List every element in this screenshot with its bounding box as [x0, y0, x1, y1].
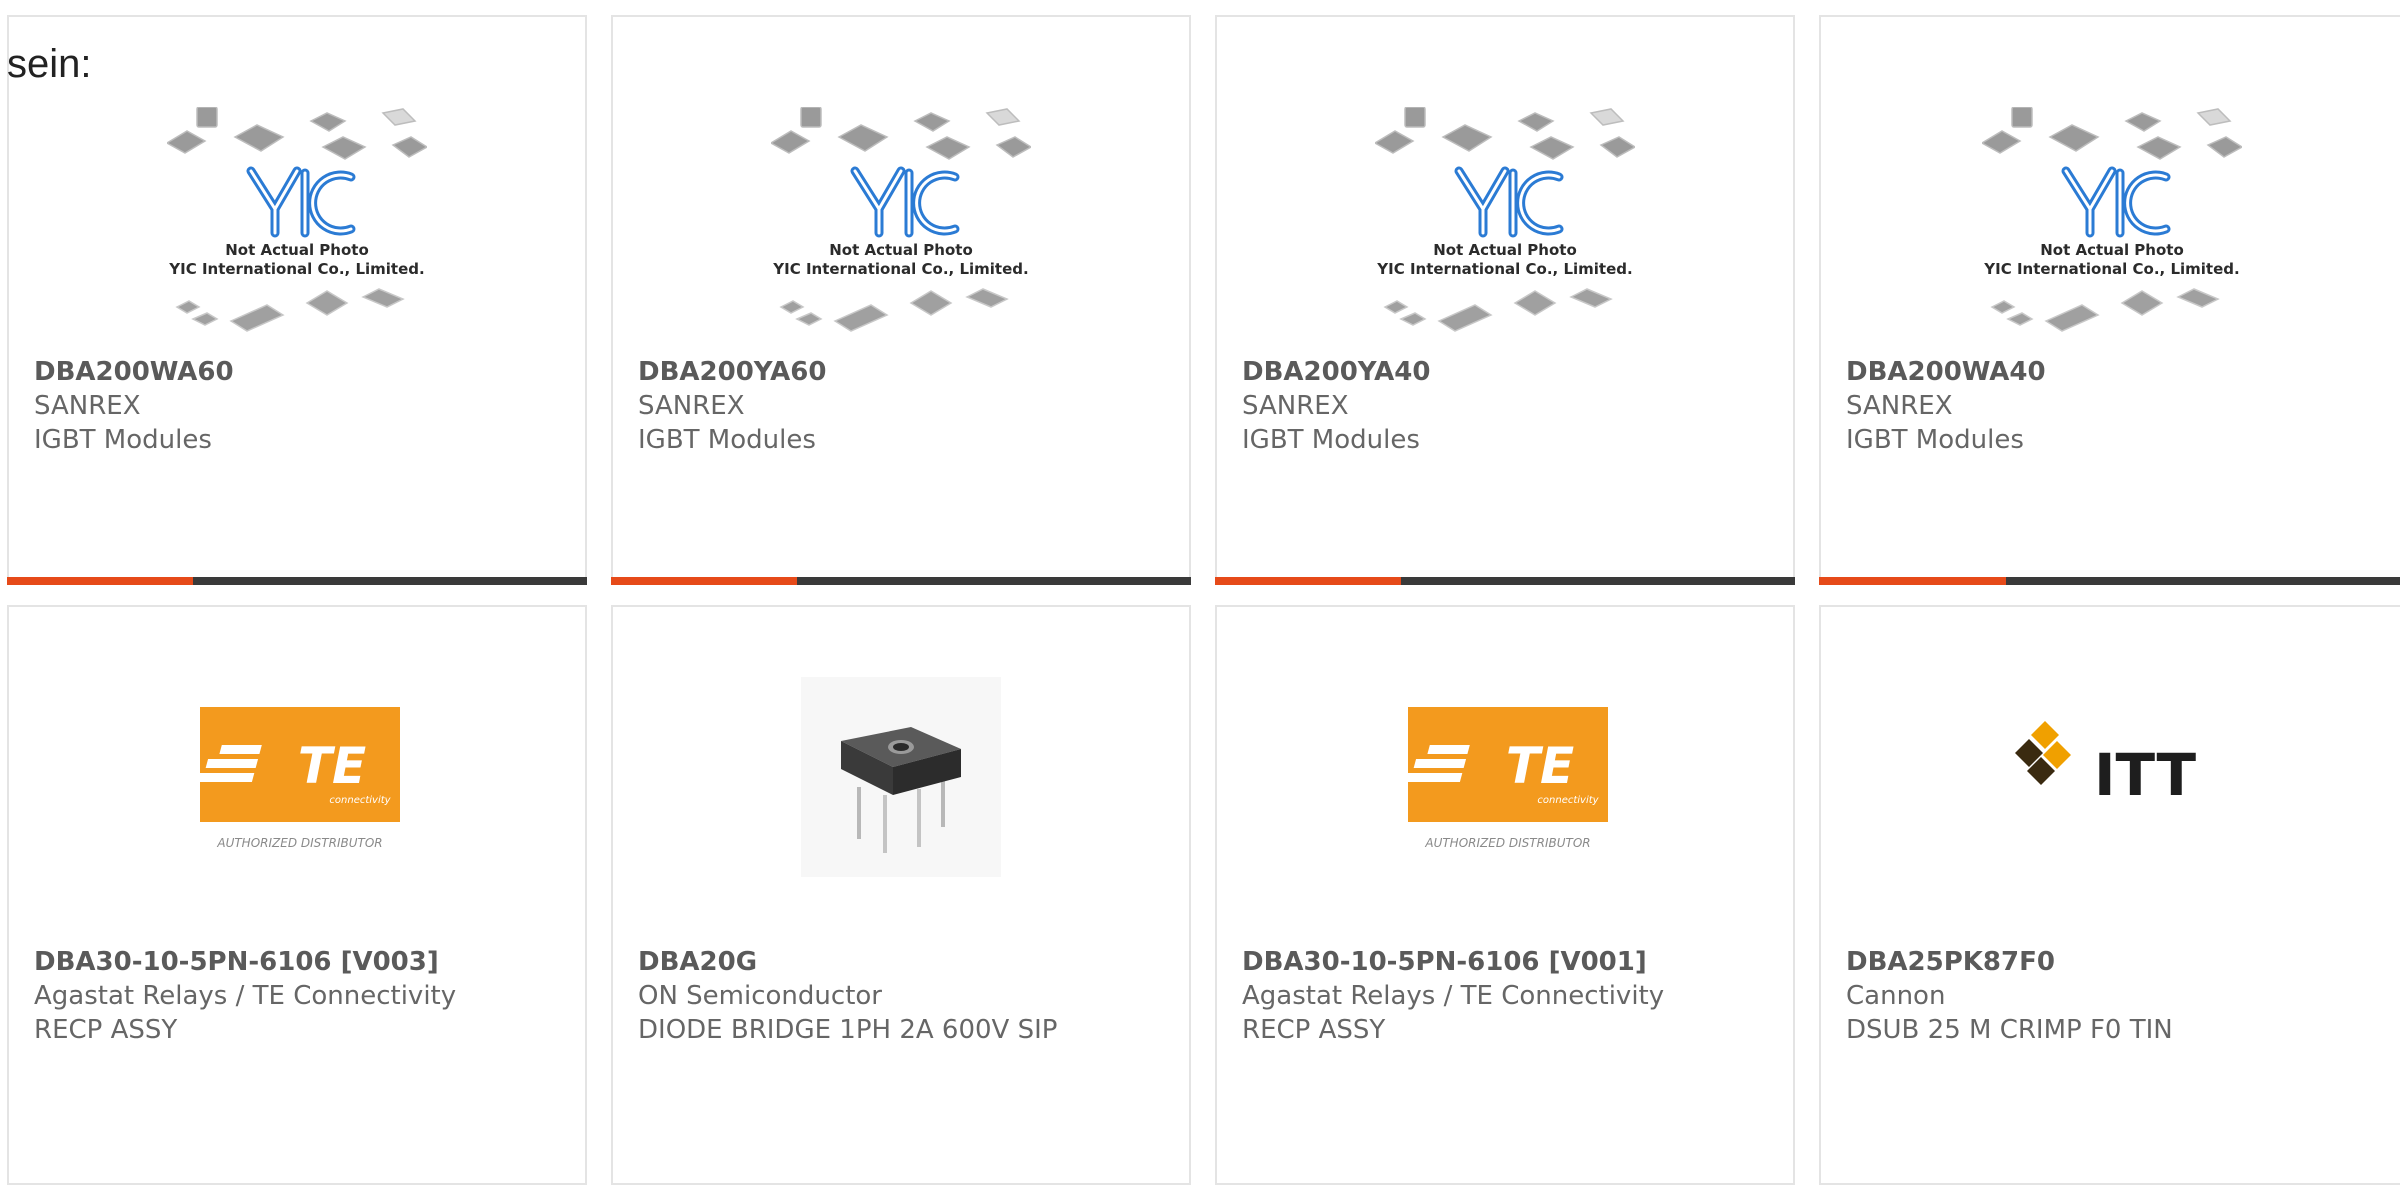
- manufacturer: Agastat Relays / TE Connectivity: [34, 981, 457, 1011]
- product-image: Not Actual Photo YIC International Co., …: [9, 107, 585, 355]
- product-card[interactable]: DBA20G ON Semiconductor DIODE BRIDGE 1PH…: [611, 605, 1191, 1185]
- description: RECP ASSY: [34, 1015, 178, 1045]
- product-card[interactable]: ITT DBA25PK87F0 Cannon DSUB 25 M CRIMP F…: [1819, 605, 2400, 1185]
- te-caption: AUTHORIZED DISTRIBUTOR: [1424, 836, 1590, 850]
- product-card[interactable]: TE connectivity AUTHORIZED DISTRIBUTOR D…: [7, 605, 587, 1185]
- te-brand: TE: [1506, 737, 1574, 795]
- product-card[interactable]: TE connectivity AUTHORIZED DISTRIBUTOR D…: [1215, 605, 1795, 1185]
- product-image: Not Actual Photo YIC International Co., …: [613, 107, 1189, 355]
- placeholder-line2: YIC International Co., Limited.: [772, 260, 1028, 278]
- te-subtitle: connectivity: [1537, 795, 1599, 806]
- part-number[interactable]: DBA25PK87F0: [1846, 945, 2392, 979]
- description: IGBT Modules: [1242, 425, 1420, 455]
- product-image: [613, 677, 1189, 877]
- placeholder-image: Not Actual Photo YIC International Co., …: [167, 107, 427, 332]
- manufacturer: Cannon: [1846, 981, 1946, 1011]
- description: RECP ASSY: [1242, 1015, 1386, 1045]
- description: IGBT Modules: [638, 425, 816, 455]
- placeholder-image: Not Actual Photo YIC International Co., …: [1375, 107, 1635, 332]
- product-image: TE connectivity AUTHORIZED DISTRIBUTOR: [9, 707, 585, 857]
- manufacturer: SANREX: [1846, 391, 1953, 421]
- part-number[interactable]: DBA20G: [638, 945, 1179, 979]
- product-card[interactable]: Not Actual Photo YIC International Co., …: [611, 15, 1191, 585]
- part-number[interactable]: DBA30-10-5PN-6106 [V003]: [34, 945, 575, 979]
- itt-logo: ITT: [2014, 721, 2196, 809]
- part-number[interactable]: DBA200YA40: [1242, 355, 1783, 389]
- placeholder-image: Not Actual Photo YIC International Co., …: [1981, 107, 2242, 332]
- part-number[interactable]: DBA30-10-5PN-6106 [V001]: [1242, 945, 1783, 979]
- manufacturer: SANREX: [638, 391, 745, 421]
- manufacturer: SANREX: [1242, 391, 1349, 421]
- product-image: ITT: [1821, 717, 2400, 827]
- product-image: Not Actual Photo YIC International Co., …: [1217, 107, 1793, 355]
- intro-text: sein:: [7, 42, 92, 86]
- placeholder-line1: Not Actual Photo: [829, 241, 973, 259]
- product-grid: Not Actual Photo YIC International Co., …: [0, 0, 2400, 1185]
- description: DIODE BRIDGE 1PH 2A 600V SIP: [638, 1015, 1058, 1045]
- description: DSUB 25 M CRIMP F0 TIN: [1846, 1015, 2173, 1045]
- te-subtitle: connectivity: [329, 795, 391, 806]
- description: IGBT Modules: [34, 425, 212, 455]
- diode-bridge-photo: [801, 677, 1001, 877]
- product-image: Not Actual Photo YIC International Co., …: [1821, 107, 2400, 355]
- manufacturer: Agastat Relays / TE Connectivity: [1242, 981, 1665, 1011]
- card-footer-bar: [1215, 577, 1795, 585]
- product-card[interactable]: Not Actual Photo YIC International Co., …: [1819, 15, 2400, 585]
- product-image: TE connectivity AUTHORIZED DISTRIBUTOR: [1217, 707, 1793, 857]
- placeholder-image: Not Actual Photo YIC International Co., …: [771, 107, 1031, 332]
- product-card[interactable]: Not Actual Photo YIC International Co., …: [1215, 15, 1795, 585]
- part-number[interactable]: DBA200WA60: [34, 355, 575, 389]
- card-footer-bar: [1819, 577, 2400, 585]
- placeholder-line1: Not Actual Photo: [225, 241, 369, 259]
- card-footer-bar: [7, 577, 587, 585]
- te-connectivity-logo: TE connectivity AUTHORIZED DISTRIBUTOR: [192, 707, 400, 850]
- description: IGBT Modules: [1846, 425, 2024, 455]
- part-number[interactable]: DBA200YA60: [638, 355, 1179, 389]
- placeholder-line1: Not Actual Photo: [1433, 241, 1577, 259]
- te-brand: TE: [298, 737, 366, 795]
- product-card[interactable]: Not Actual Photo YIC International Co., …: [7, 15, 587, 585]
- manufacturer: SANREX: [34, 391, 141, 421]
- manufacturer: ON Semiconductor: [638, 981, 882, 1011]
- itt-brand: ITT: [2093, 741, 2195, 809]
- placeholder-line2: YIC International Co., Limited.: [1376, 260, 1632, 278]
- te-connectivity-logo: TE connectivity AUTHORIZED DISTRIBUTOR: [1400, 707, 1608, 850]
- card-footer-bar: [611, 577, 1191, 585]
- placeholder-line2: YIC International Co., Limited.: [168, 260, 424, 278]
- part-number[interactable]: DBA200WA40: [1846, 355, 2392, 389]
- placeholder-line1: Not Actual Photo: [2040, 241, 2184, 259]
- placeholder-line2: YIC International Co., Limited.: [1983, 260, 2239, 278]
- te-caption: AUTHORIZED DISTRIBUTOR: [216, 836, 382, 850]
